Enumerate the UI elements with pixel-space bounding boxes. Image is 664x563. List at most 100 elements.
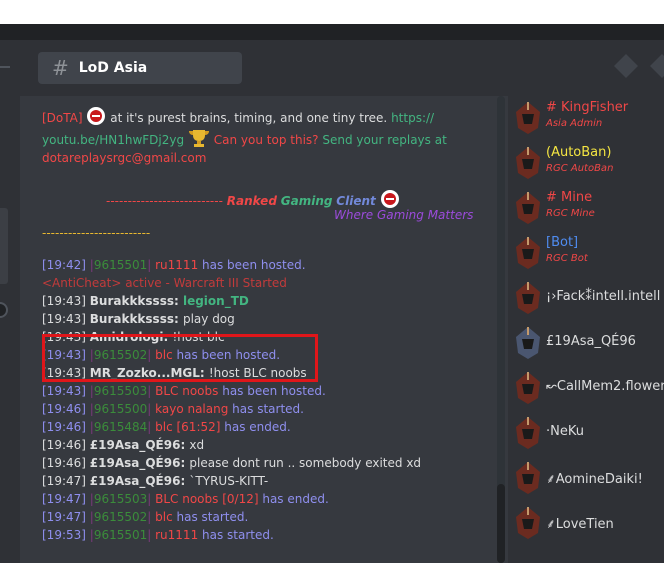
channel-panel-edge[interactable]: [0, 208, 8, 284]
member-role: RGC AutoBan: [546, 163, 614, 174]
member-item[interactable]: ⸙AomineDaiki!: [508, 456, 664, 500]
timestamp: [19:43]: [42, 312, 90, 326]
banner-challenge: Can you top this?: [213, 133, 319, 147]
game-name: BLC noobs: [155, 384, 223, 398]
chat-message: [19:43] Burakkkssss: play dog: [42, 310, 492, 328]
member-role: RGC Mine: [546, 208, 595, 219]
server-icon[interactable]: [0, 302, 8, 318]
timestamp: [19:53]: [42, 528, 90, 542]
game-id: 9615503: [93, 384, 148, 398]
diamond-icon[interactable]: [642, 46, 664, 86]
anticheat-notice: <AntiCheat> active - Warcraft III Starte…: [42, 276, 287, 290]
diamond-icon[interactable]: [606, 46, 646, 86]
warrior-helmet-icon: [516, 147, 540, 179]
separator: |: [147, 528, 156, 542]
message-text: legion_TD: [182, 294, 249, 308]
scroll-thumb[interactable]: [497, 484, 505, 563]
member-name: ¡›Fack⁑intell.intell: [546, 289, 661, 304]
game-name: ru1111: [155, 258, 203, 272]
game-id: 9615501: [93, 528, 148, 542]
member-item[interactable]: £19Asa_QÉ96: [508, 321, 664, 365]
youtube-link[interactable]: youtu.be/HN1hwFDj2yg: [42, 133, 184, 147]
rgc-logo-icon: [87, 107, 106, 125]
hash-icon: #: [52, 56, 69, 80]
member-item[interactable]: ·NeKu: [508, 411, 664, 455]
member-item[interactable]: [Bot] RGC Bot: [508, 231, 664, 275]
chat-message: [19:43] |9615503| BLC noobs has been hos…: [42, 382, 492, 400]
game-id: 9615501: [93, 258, 148, 272]
separator: |: [147, 510, 156, 524]
chat-message: [19:46] |9615500| kayo nalang has starte…: [42, 400, 492, 418]
game-status: has been hosted.: [222, 384, 326, 398]
member-role: Asia Admin: [546, 118, 603, 129]
username: Burakkkssss:: [89, 312, 183, 326]
member-item[interactable]: (AutoBan) RGC AutoBan: [508, 141, 664, 185]
timestamp: [19:47]: [42, 492, 90, 506]
divider: [0, 66, 10, 68]
member-name: (AutoBan): [546, 145, 612, 160]
warrior-helmet-icon: [516, 507, 540, 539]
member-name: ⸙AomineDaiki!: [546, 472, 643, 487]
separator: |: [147, 420, 156, 434]
member-list: # KingFisher Asia Admin (AutoBan) RGC AutoB…: [508, 96, 664, 563]
warrior-helmet-icon: [516, 282, 540, 314]
chat-message: [19:43] Burakkkssss: legion_TD: [42, 292, 492, 310]
chat-message: [19:46] £19Asa_QÉ96: please dont run .. …: [42, 454, 492, 472]
username: £19Asa_QÉ96:: [89, 456, 190, 470]
member-role: RGC Bot: [546, 253, 588, 264]
warrior-helmet-icon: [516, 417, 540, 449]
member-item[interactable]: ↜CallMem2.flowers: [508, 366, 664, 410]
game-status: has been hosted.: [202, 258, 306, 272]
window-top-bar: [0, 0, 664, 24]
chat-message: [19:47] £19Asa_QÉ96: `TYRUS-KITT-: [42, 472, 492, 490]
highlight-box: [42, 334, 318, 382]
member-name: # KingFisher: [546, 100, 629, 115]
game-name: ru1111: [155, 528, 203, 542]
chat-scrollbar[interactable]: [497, 96, 505, 563]
channel-name: LoD Asia: [78, 60, 148, 76]
member-item[interactable]: ⸙LoveTien: [508, 501, 664, 545]
trophy-icon: [188, 130, 209, 147]
title-strip: [0, 24, 664, 40]
game-status: has started.: [232, 402, 304, 416]
banner-text: at it's purest brains, timing, and one t…: [110, 111, 388, 125]
warrior-helmet-icon: [516, 327, 540, 359]
banner-link[interactable]: https://: [391, 111, 434, 125]
warrior-helmet-icon: [516, 372, 540, 404]
game-id: 9615500: [93, 402, 148, 416]
game-status: has ended.: [224, 420, 291, 434]
banner-line-1: [DoTA] at it's purest brains, timing, an…: [42, 106, 492, 127]
game-name: blc [61:52]: [155, 420, 225, 434]
dota-tag: [DoTA]: [42, 111, 83, 125]
banner-line-3: dotareplaysrgc@gmail.com: [42, 149, 492, 167]
ranked-word: Ranked: [226, 194, 277, 208]
warrior-helmet-icon: [516, 102, 540, 134]
channel-header: # LoD Asia: [20, 40, 664, 96]
username: £19Asa_QÉ96:: [89, 438, 190, 452]
timestamp: [19:42]: [42, 258, 90, 272]
member-item[interactable]: ¡›Fack⁑intell.intell: [508, 276, 664, 320]
server-list-edge: [0, 40, 20, 563]
chat-area: [DoTA] at it's purest brains, timing, an…: [20, 96, 508, 563]
banner-email[interactable]: dotareplaysrgc@gmail.com: [42, 151, 206, 165]
game-name: blc: [155, 510, 177, 524]
timestamp: [19:46]: [42, 420, 90, 434]
message-text: `TYRUS-KITT-: [189, 474, 269, 488]
member-name: ·NeKu: [546, 424, 584, 439]
game-status: has ended.: [262, 492, 329, 506]
chat-message: [19:42] |9615501| ru1111 has been hosted…: [42, 256, 492, 274]
banner-line-2: youtu.be/HN1hwFDj2yg Can you top this? S…: [42, 129, 492, 149]
separator: |: [147, 492, 156, 506]
message-list: [DoTA] at it's purest brains, timing, an…: [42, 102, 492, 544]
chat-message: [19:47] |9615503| BLC noobs [0/12] has e…: [42, 490, 492, 508]
game-id: 9615502: [93, 510, 148, 524]
member-item[interactable]: # Mine RGC Mine: [508, 186, 664, 230]
member-item[interactable]: # KingFisher Asia Admin: [508, 96, 664, 140]
warrior-helmet-icon: [516, 462, 540, 494]
game-status: has started.: [176, 510, 249, 524]
chat-message: [19:53] |9615501| ru1111 has started.: [42, 526, 492, 544]
chat-message: [19:47] |9615502| blc has started.: [42, 508, 492, 526]
channel-tab[interactable]: # LoD Asia: [38, 52, 242, 84]
timestamp: [19:43]: [42, 384, 90, 398]
separator: |: [147, 258, 156, 272]
